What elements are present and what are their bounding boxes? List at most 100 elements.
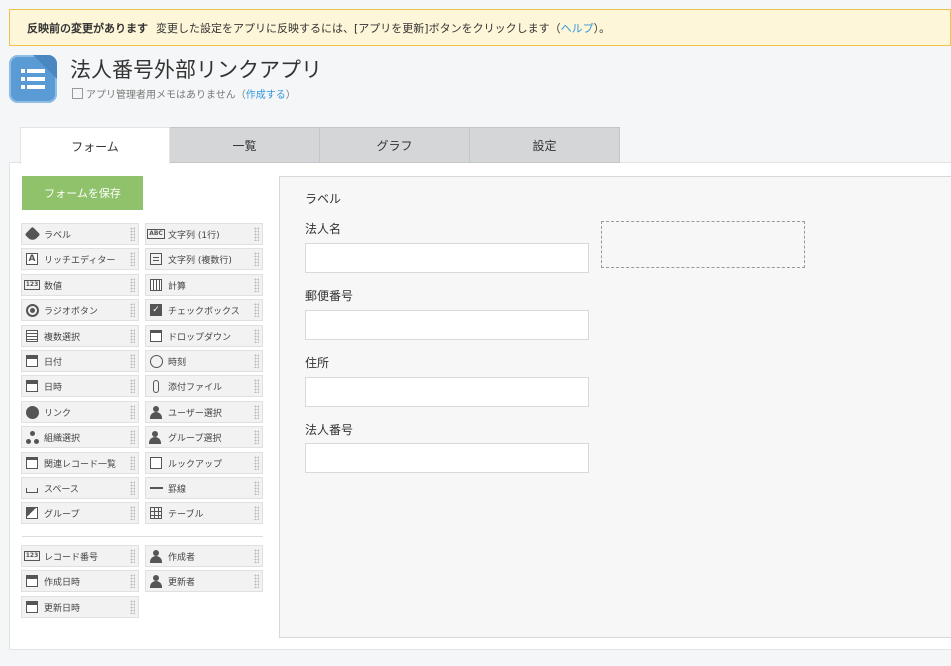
palette-item-tag[interactable]: ラベル [21, 223, 139, 245]
settings-tabs: フォーム 一覧 グラフ 設定 [20, 127, 620, 164]
related-records-icon [25, 456, 39, 470]
drag-handle-icon[interactable] [254, 506, 259, 520]
palette-item-record-number[interactable]: 123 レコード番号 [21, 545, 139, 567]
paperclip-icon [149, 379, 163, 393]
palette-divider [22, 536, 263, 537]
palette-item-number[interactable]: 123 数値 [21, 274, 139, 296]
group-icon [149, 430, 163, 444]
palette-item-label: 罫線 [168, 484, 187, 495]
palette-item-abc-text[interactable]: ABC 文字列 (1行) [145, 223, 263, 245]
palette-item-globe[interactable]: リンク [21, 401, 139, 423]
calculator-icon [149, 278, 163, 292]
palette-item-label: 文字列 (1行) [168, 230, 220, 241]
memo-edit-icon [72, 88, 83, 99]
drag-handle-icon[interactable] [130, 506, 135, 520]
palette-item-label: リンク [44, 408, 72, 419]
drag-handle-icon[interactable] [254, 329, 259, 343]
abc-text-icon: ABC [147, 229, 165, 239]
palette-item-label: ルックアップ [168, 459, 223, 470]
drag-handle-icon[interactable] [130, 574, 135, 588]
drag-handle-icon[interactable] [130, 600, 135, 614]
palette-item-checkbox[interactable]: ✓ チェックボックス [145, 299, 263, 321]
notice-suffix: ）。 [593, 21, 611, 35]
corporate-number-input[interactable] [305, 443, 589, 473]
field-label-company-name: 法人名 [305, 222, 342, 236]
palette-item-rich-editor[interactable]: A リッチエディター [21, 248, 139, 270]
drag-handle-icon[interactable] [254, 549, 259, 563]
drag-handle-icon[interactable] [130, 278, 135, 292]
field-label-corporate-number: 法人番号 [305, 423, 354, 437]
drag-handle-icon[interactable] [130, 227, 135, 241]
space-icon [25, 481, 39, 495]
drag-handle-icon[interactable] [254, 252, 259, 266]
drag-handle-icon[interactable] [130, 405, 135, 419]
user-icon [149, 405, 163, 419]
drag-handle-icon[interactable] [254, 430, 259, 444]
palette-item-dropdown[interactable]: ドロップダウン [145, 325, 263, 347]
palette-item-space[interactable]: スペース [21, 477, 139, 499]
field-label-postal-code: 郵便番号 [305, 289, 354, 303]
palette-item-label: 文字列 (複数行) [168, 255, 232, 266]
drag-handle-icon[interactable] [254, 379, 259, 393]
drag-handle-icon[interactable] [254, 405, 259, 419]
org-icon [25, 430, 39, 444]
drag-handle-icon[interactable] [130, 379, 135, 393]
notice-message: 変更した設定をアプリに反映するには、[アプリを更新]ボタンをクリックします（ [156, 21, 561, 35]
memo-text: アプリ管理者用メモはありません（ [86, 90, 246, 101]
tab-graph[interactable]: グラフ [320, 127, 470, 163]
palette-item-related-records[interactable]: 関連レコード一覧 [21, 452, 139, 474]
palette-item-label: 作成者 [168, 552, 196, 563]
palette-item-clock[interactable]: 時刻 [145, 350, 263, 372]
company-name-input[interactable] [305, 243, 589, 273]
palette-item-radio[interactable]: ラジオボタン [21, 299, 139, 321]
palette-item-updater[interactable]: 更新者 [145, 570, 263, 592]
drag-handle-icon[interactable] [254, 481, 259, 495]
palette-item-table[interactable]: テーブル [145, 502, 263, 524]
palette-item-lookup[interactable]: ルックアップ [145, 452, 263, 474]
palette-item-group-folder[interactable]: グループ [21, 502, 139, 524]
palette-item-calendar[interactable]: 日付 [21, 350, 139, 372]
palette-item-line[interactable]: 罫線 [145, 477, 263, 499]
palette-item-group[interactable]: グループ選択 [145, 426, 263, 448]
drag-handle-icon[interactable] [254, 303, 259, 317]
drag-handle-icon[interactable] [130, 252, 135, 266]
dropdown-icon [149, 329, 163, 343]
checkbox-icon: ✓ [149, 303, 163, 317]
palette-item-multiline-text[interactable]: 文字列 (複数行) [145, 248, 263, 270]
save-form-button[interactable]: フォームを保存 [22, 176, 143, 210]
drag-handle-icon[interactable] [130, 430, 135, 444]
palette-item-label: 更新日時 [44, 603, 81, 614]
palette-item-calculator[interactable]: 計算 [145, 274, 263, 296]
drag-handle-icon[interactable] [130, 354, 135, 368]
drag-handle-icon[interactable] [130, 481, 135, 495]
drag-handle-icon[interactable] [130, 456, 135, 470]
palette-item-label: ドロップダウン [168, 332, 232, 343]
create-memo-link[interactable]: 作成する [246, 86, 286, 101]
palette-item-updated-datetime[interactable]: 更新日時 [21, 596, 139, 618]
drag-handle-icon[interactable] [130, 303, 135, 317]
palette-item-paperclip[interactable]: 添付ファイル [145, 375, 263, 397]
help-link[interactable]: ヘルプ [561, 20, 594, 36]
tab-list[interactable]: 一覧 [170, 127, 320, 163]
palette-item-datetime[interactable]: 日時 [21, 375, 139, 397]
drag-handle-icon[interactable] [254, 278, 259, 292]
palette-item-user[interactable]: ユーザー選択 [145, 401, 263, 423]
postal-code-input[interactable] [305, 310, 589, 340]
drag-handle-icon[interactable] [130, 549, 135, 563]
palette-item-creator[interactable]: 作成者 [145, 545, 263, 567]
form-label-element[interactable]: ラベル [305, 190, 341, 207]
line-icon [149, 481, 163, 495]
palette-item-label: リッチエディター [44, 255, 116, 266]
palette-item-multi-select[interactable]: 複数選択 [21, 325, 139, 347]
drag-handle-icon[interactable] [254, 456, 259, 470]
palette-item-org[interactable]: 組織選択 [21, 426, 139, 448]
tab-settings[interactable]: 設定 [470, 127, 620, 163]
drag-handle-icon[interactable] [254, 354, 259, 368]
palette-item-created-datetime[interactable]: 作成日時 [21, 570, 139, 592]
address-input[interactable] [305, 377, 589, 407]
tab-form[interactable]: フォーム [20, 127, 170, 164]
drag-handle-icon[interactable] [254, 574, 259, 588]
drop-placeholder [601, 221, 805, 268]
drag-handle-icon[interactable] [130, 329, 135, 343]
drag-handle-icon[interactable] [254, 227, 259, 241]
